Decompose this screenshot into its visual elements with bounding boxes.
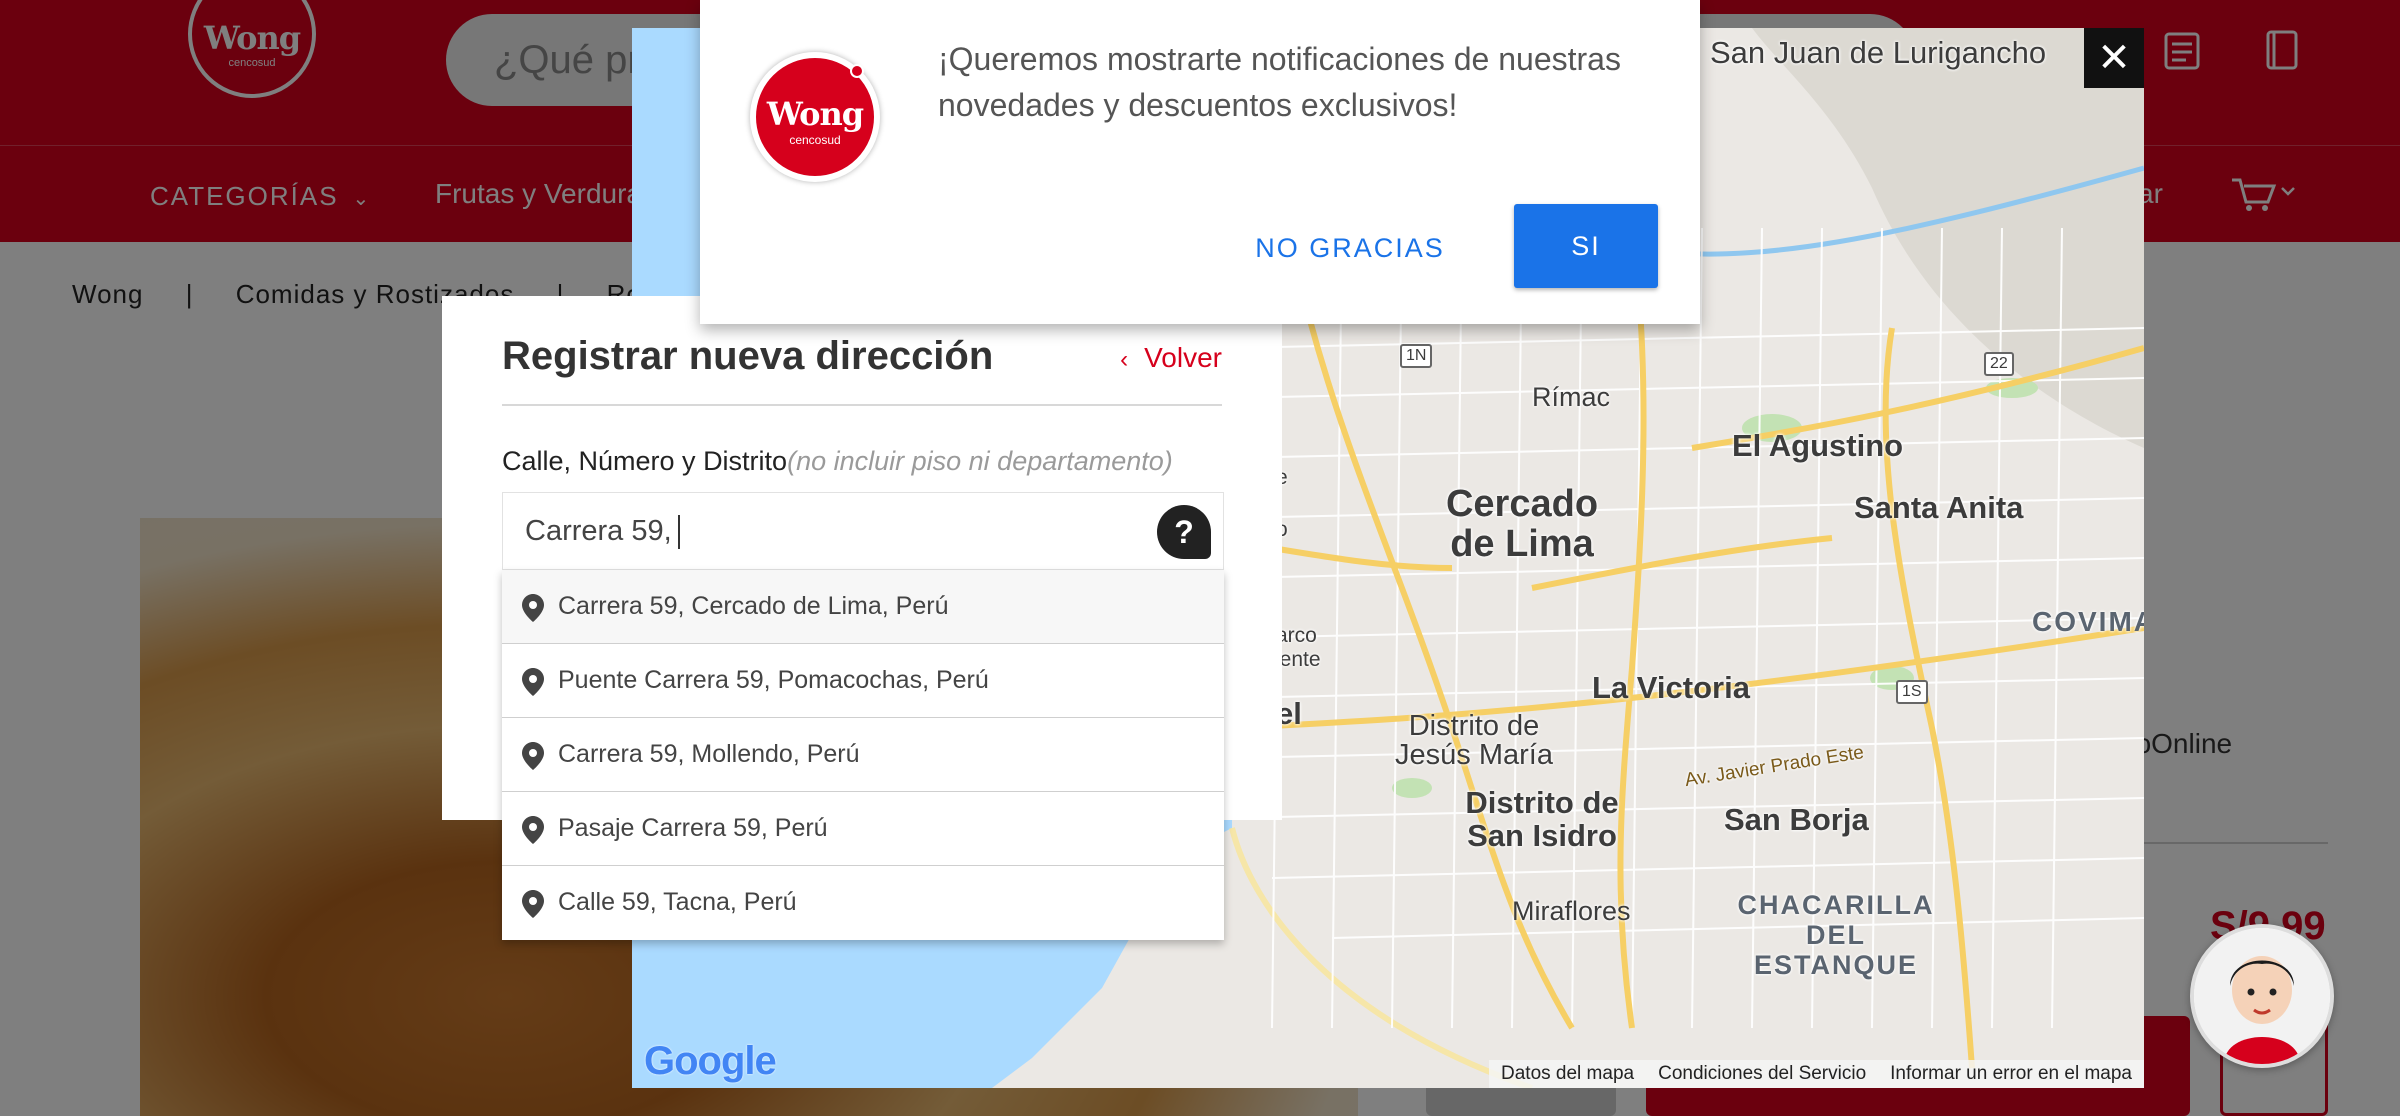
accept-button[interactable]: SI <box>1514 204 1658 288</box>
address-field-label-text: Calle, Número y Distrito <box>502 446 788 476</box>
location-pin-icon <box>522 594 544 622</box>
dialog-title: Registrar nueva dirección <box>502 334 994 378</box>
wong-logo: Wong cencosud <box>750 52 880 182</box>
notification-prompt: Wong cencosud ¡Queremos mostrarte notifi… <box>700 0 1700 324</box>
map-label-cercado: Cercado de Lima <box>1445 483 1599 565</box>
help-button[interactable]: ? <box>1157 505 1211 559</box>
address-input-text: Carrera 59, <box>525 515 672 547</box>
back-label: Volver <box>1144 342 1222 373</box>
suggestion-text: Carrera 59, Mollendo, Perú <box>558 740 860 768</box>
route-shield-22: 22 <box>1984 352 2014 376</box>
text-caret <box>677 515 680 550</box>
map-label-arco: arco <box>1276 624 1317 647</box>
address-suggestions: Carrera 59, Cercado de Lima, Perú Puente… <box>502 570 1224 940</box>
map-footer: Datos del mapa Condiciones del Servicio … <box>1489 1060 2144 1088</box>
logo-brand-text: Wong <box>766 95 864 133</box>
logo-sub-text: cencosud <box>789 133 841 147</box>
suggestion-item[interactable]: Carrera 59, Mollendo, Perú <box>502 718 1224 792</box>
suggestion-text: Carrera 59, Cercado de Lima, Perú <box>558 592 949 620</box>
map-label-el-agustino: El Agustino <box>1732 428 1904 463</box>
map-data-link[interactable]: Datos del mapa <box>1501 1063 1634 1085</box>
google-logo: Google <box>644 1039 777 1084</box>
address-field-label: Calle, Número y Distrito(no incluir piso… <box>502 446 1173 477</box>
suggestion-text: Puente Carrera 59, Pomacochas, Perú <box>558 666 989 694</box>
map-label-chacarilla: CHACARILLA DEL ESTANQUE <box>1737 890 1935 980</box>
map-terms-link[interactable]: Condiciones del Servicio <box>1658 1063 1866 1085</box>
map-label-la-victoria: La Victoria <box>1592 670 1750 705</box>
location-pin-icon <box>522 816 544 844</box>
suggestion-item[interactable]: Pasaje Carrera 59, Perú <box>502 792 1224 866</box>
location-pin-icon <box>522 890 544 918</box>
map-label-san-juan: San Juan de Lurigancho <box>1710 35 2047 70</box>
map-label-rimac: Rímac <box>1532 382 1611 412</box>
suggestion-text: Calle 59, Tacna, Perú <box>558 888 797 916</box>
google-logo-text: Google <box>644 1039 777 1083</box>
map-label-san-borja: San Borja <box>1724 802 1869 837</box>
chevron-left-icon: ‹ <box>1120 346 1129 373</box>
decline-button[interactable]: NO GRACIAS <box>1240 206 1460 290</box>
map-label-miraflores: Miraflores <box>1512 896 1631 926</box>
address-input[interactable]: Carrera 59, ? <box>502 492 1224 570</box>
address-field-hint: (no incluir piso ni departamento) <box>787 446 1173 476</box>
close-button[interactable]: ✕ <box>2084 28 2144 88</box>
map-label-san-isidro: Distrito de San Isidro <box>1465 785 1619 853</box>
logo-dot <box>850 64 864 78</box>
location-pin-icon <box>522 668 544 696</box>
map-label-santa-anita: Santa Anita <box>1854 490 2024 525</box>
suggestion-item[interactable]: Calle 59, Tacna, Perú <box>502 866 1224 940</box>
divider <box>502 404 1222 406</box>
suggestion-item[interactable]: Puente Carrera 59, Pomacochas, Perú <box>502 644 1224 718</box>
map-report-link[interactable]: Informar un error en el mapa <box>1890 1063 2132 1085</box>
route-shield-1n: 1N <box>1400 344 1433 368</box>
chat-assistant-avatar[interactable] <box>2190 924 2334 1068</box>
back-link[interactable]: ‹ Volver <box>1120 342 1222 374</box>
suggestion-text: Pasaje Carrera 59, Perú <box>558 814 828 842</box>
notification-message: ¡Queremos mostrarte notificaciones de nu… <box>938 41 1621 123</box>
location-pin-icon <box>522 742 544 770</box>
route-shield-1s: 1S <box>1896 680 1928 704</box>
assistant-avatar-icon <box>2194 928 2330 1064</box>
map-label-jesus-maria: Distrito de Jesús María <box>1395 710 1553 771</box>
address-input-value: Carrera 59, <box>525 515 680 550</box>
map-label-covima: COVIMA <box>2032 606 2144 637</box>
suggestion-item[interactable]: Carrera 59, Cercado de Lima, Perú <box>502 570 1224 644</box>
